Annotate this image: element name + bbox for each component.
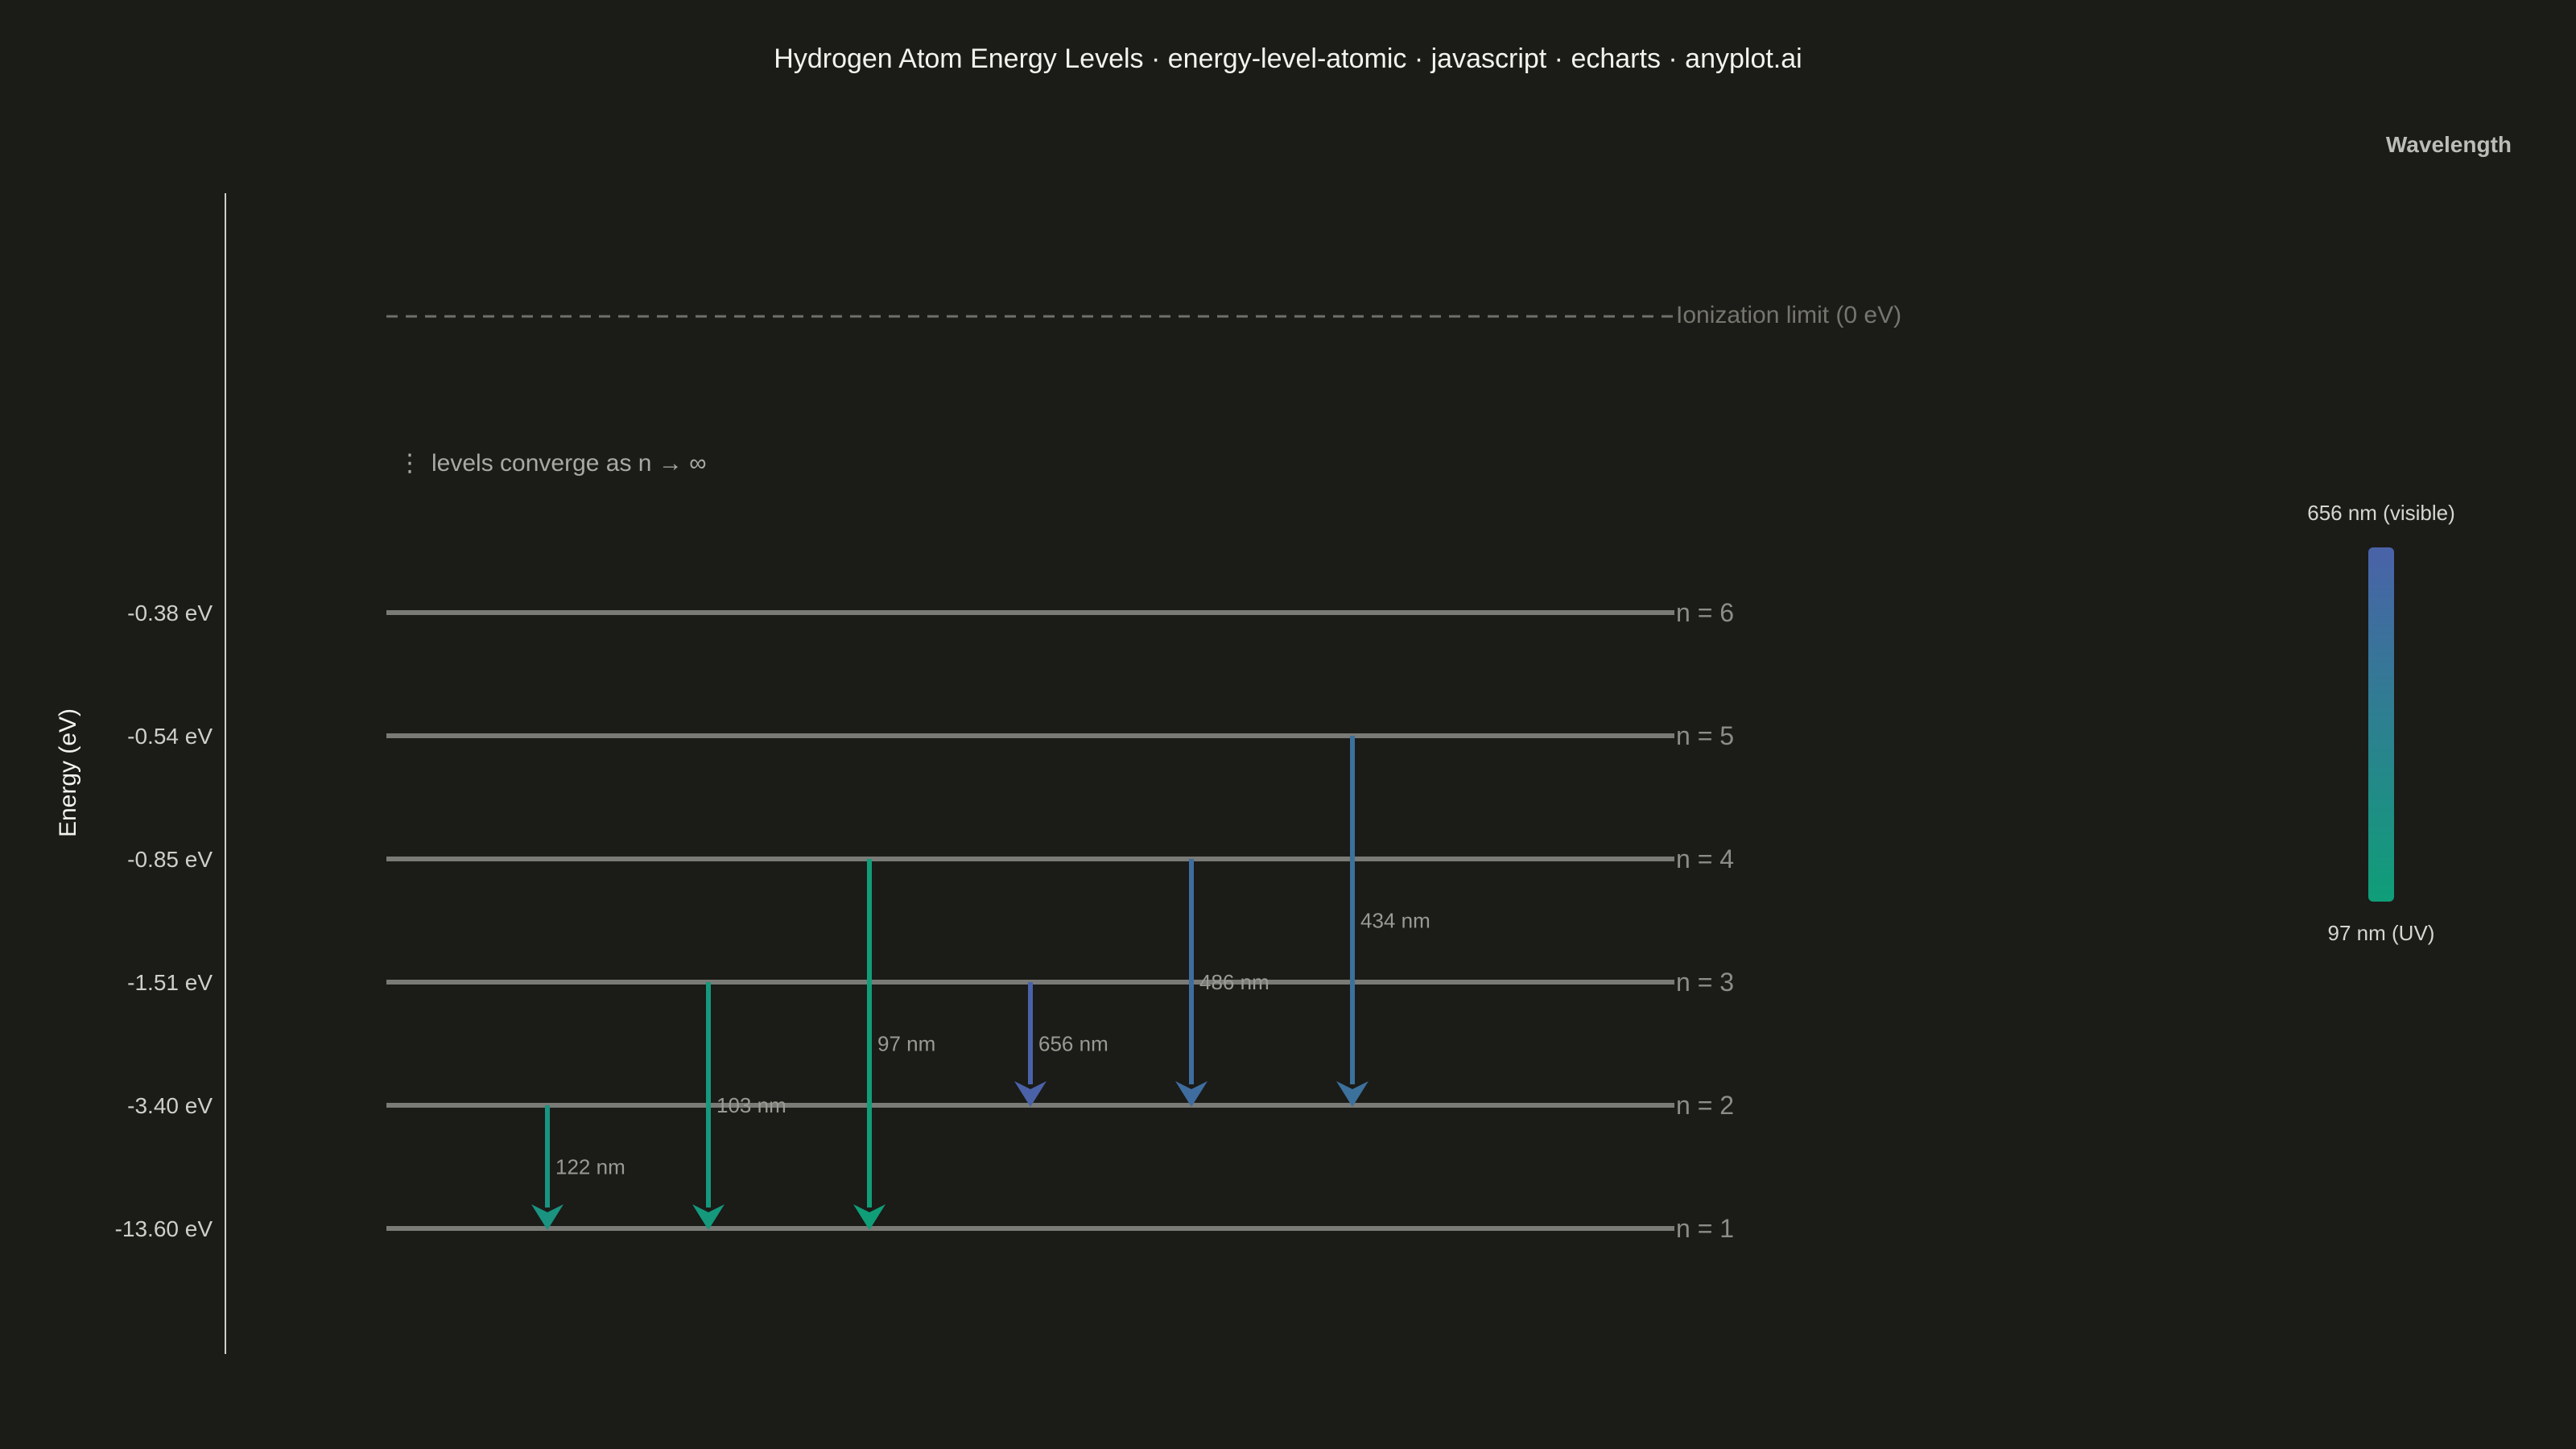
- legend-color-bar: [2368, 547, 2394, 902]
- y-tick-label: -1.51 eV: [127, 970, 213, 995]
- transition-arrow-n4-to-n2: 486 nm: [1175, 859, 1269, 1107]
- transition-arrow-n5-to-n2: 434 nm: [1336, 736, 1430, 1107]
- energy-level-label-n6: n = 6: [1676, 598, 1734, 627]
- energy-levels: n = 1 -13.60 eV n = 2 -3.40 eV n = 3 -1.51 eV…: [115, 598, 1734, 1243]
- transition-wavelength-label: 103 nm: [716, 1093, 786, 1117]
- convergence-note: levels converge as n → ∞: [431, 450, 707, 477]
- legend-max-label: 656 nm (visible): [2307, 501, 2455, 525]
- y-tick-label: -13.60 eV: [115, 1216, 213, 1241]
- y-tick-label: -3.40 eV: [127, 1093, 213, 1118]
- y-axis-title: Energy (eV): [55, 708, 81, 837]
- energy-level-chart: Hydrogen Atom Energy Levels · energy-lev…: [55, 43, 2512, 1354]
- transition-arrow-n3-to-n1: 103 nm: [692, 982, 786, 1230]
- convergence-dots: ⋮: [398, 450, 422, 477]
- transition-wavelength-label: 97 nm: [877, 1032, 935, 1056]
- energy-level-label-n1: n = 1: [1676, 1214, 1734, 1243]
- energy-level-label-n4: n = 4: [1676, 844, 1734, 873]
- transition-wavelength-label: 486 nm: [1199, 970, 1269, 994]
- transition-arrow-n3-to-n2: 656 nm: [1014, 982, 1108, 1107]
- ionization-limit-label: Ionization limit (0 eV): [1676, 302, 1901, 328]
- transition-wavelength-label: 434 nm: [1360, 909, 1430, 933]
- y-tick-label: -0.38 eV: [127, 601, 213, 625]
- energy-level-label-n5: n = 5: [1676, 721, 1734, 750]
- y-tick-label: -0.54 eV: [127, 724, 213, 749]
- transition-wavelength-label: 122 nm: [555, 1155, 625, 1179]
- y-tick-label: -0.85 eV: [127, 847, 213, 872]
- transition-arrow-n2-to-n1: 122 nm: [531, 1105, 625, 1230]
- energy-level-label-n2: n = 2: [1676, 1091, 1734, 1120]
- legend-min-label: 97 nm (UV): [2328, 921, 2435, 945]
- wavelength-legend: Wavelength 656 nm (visible) 97 nm (UV): [2307, 132, 2512, 945]
- legend-title: Wavelength: [2386, 132, 2512, 157]
- chart-title: Hydrogen Atom Energy Levels · energy-lev…: [774, 43, 1802, 74]
- transition-wavelength-label: 656 nm: [1038, 1032, 1108, 1056]
- energy-level-label-n3: n = 3: [1676, 968, 1734, 997]
- transition-arrow-n4-to-n1: 97 nm: [853, 859, 935, 1230]
